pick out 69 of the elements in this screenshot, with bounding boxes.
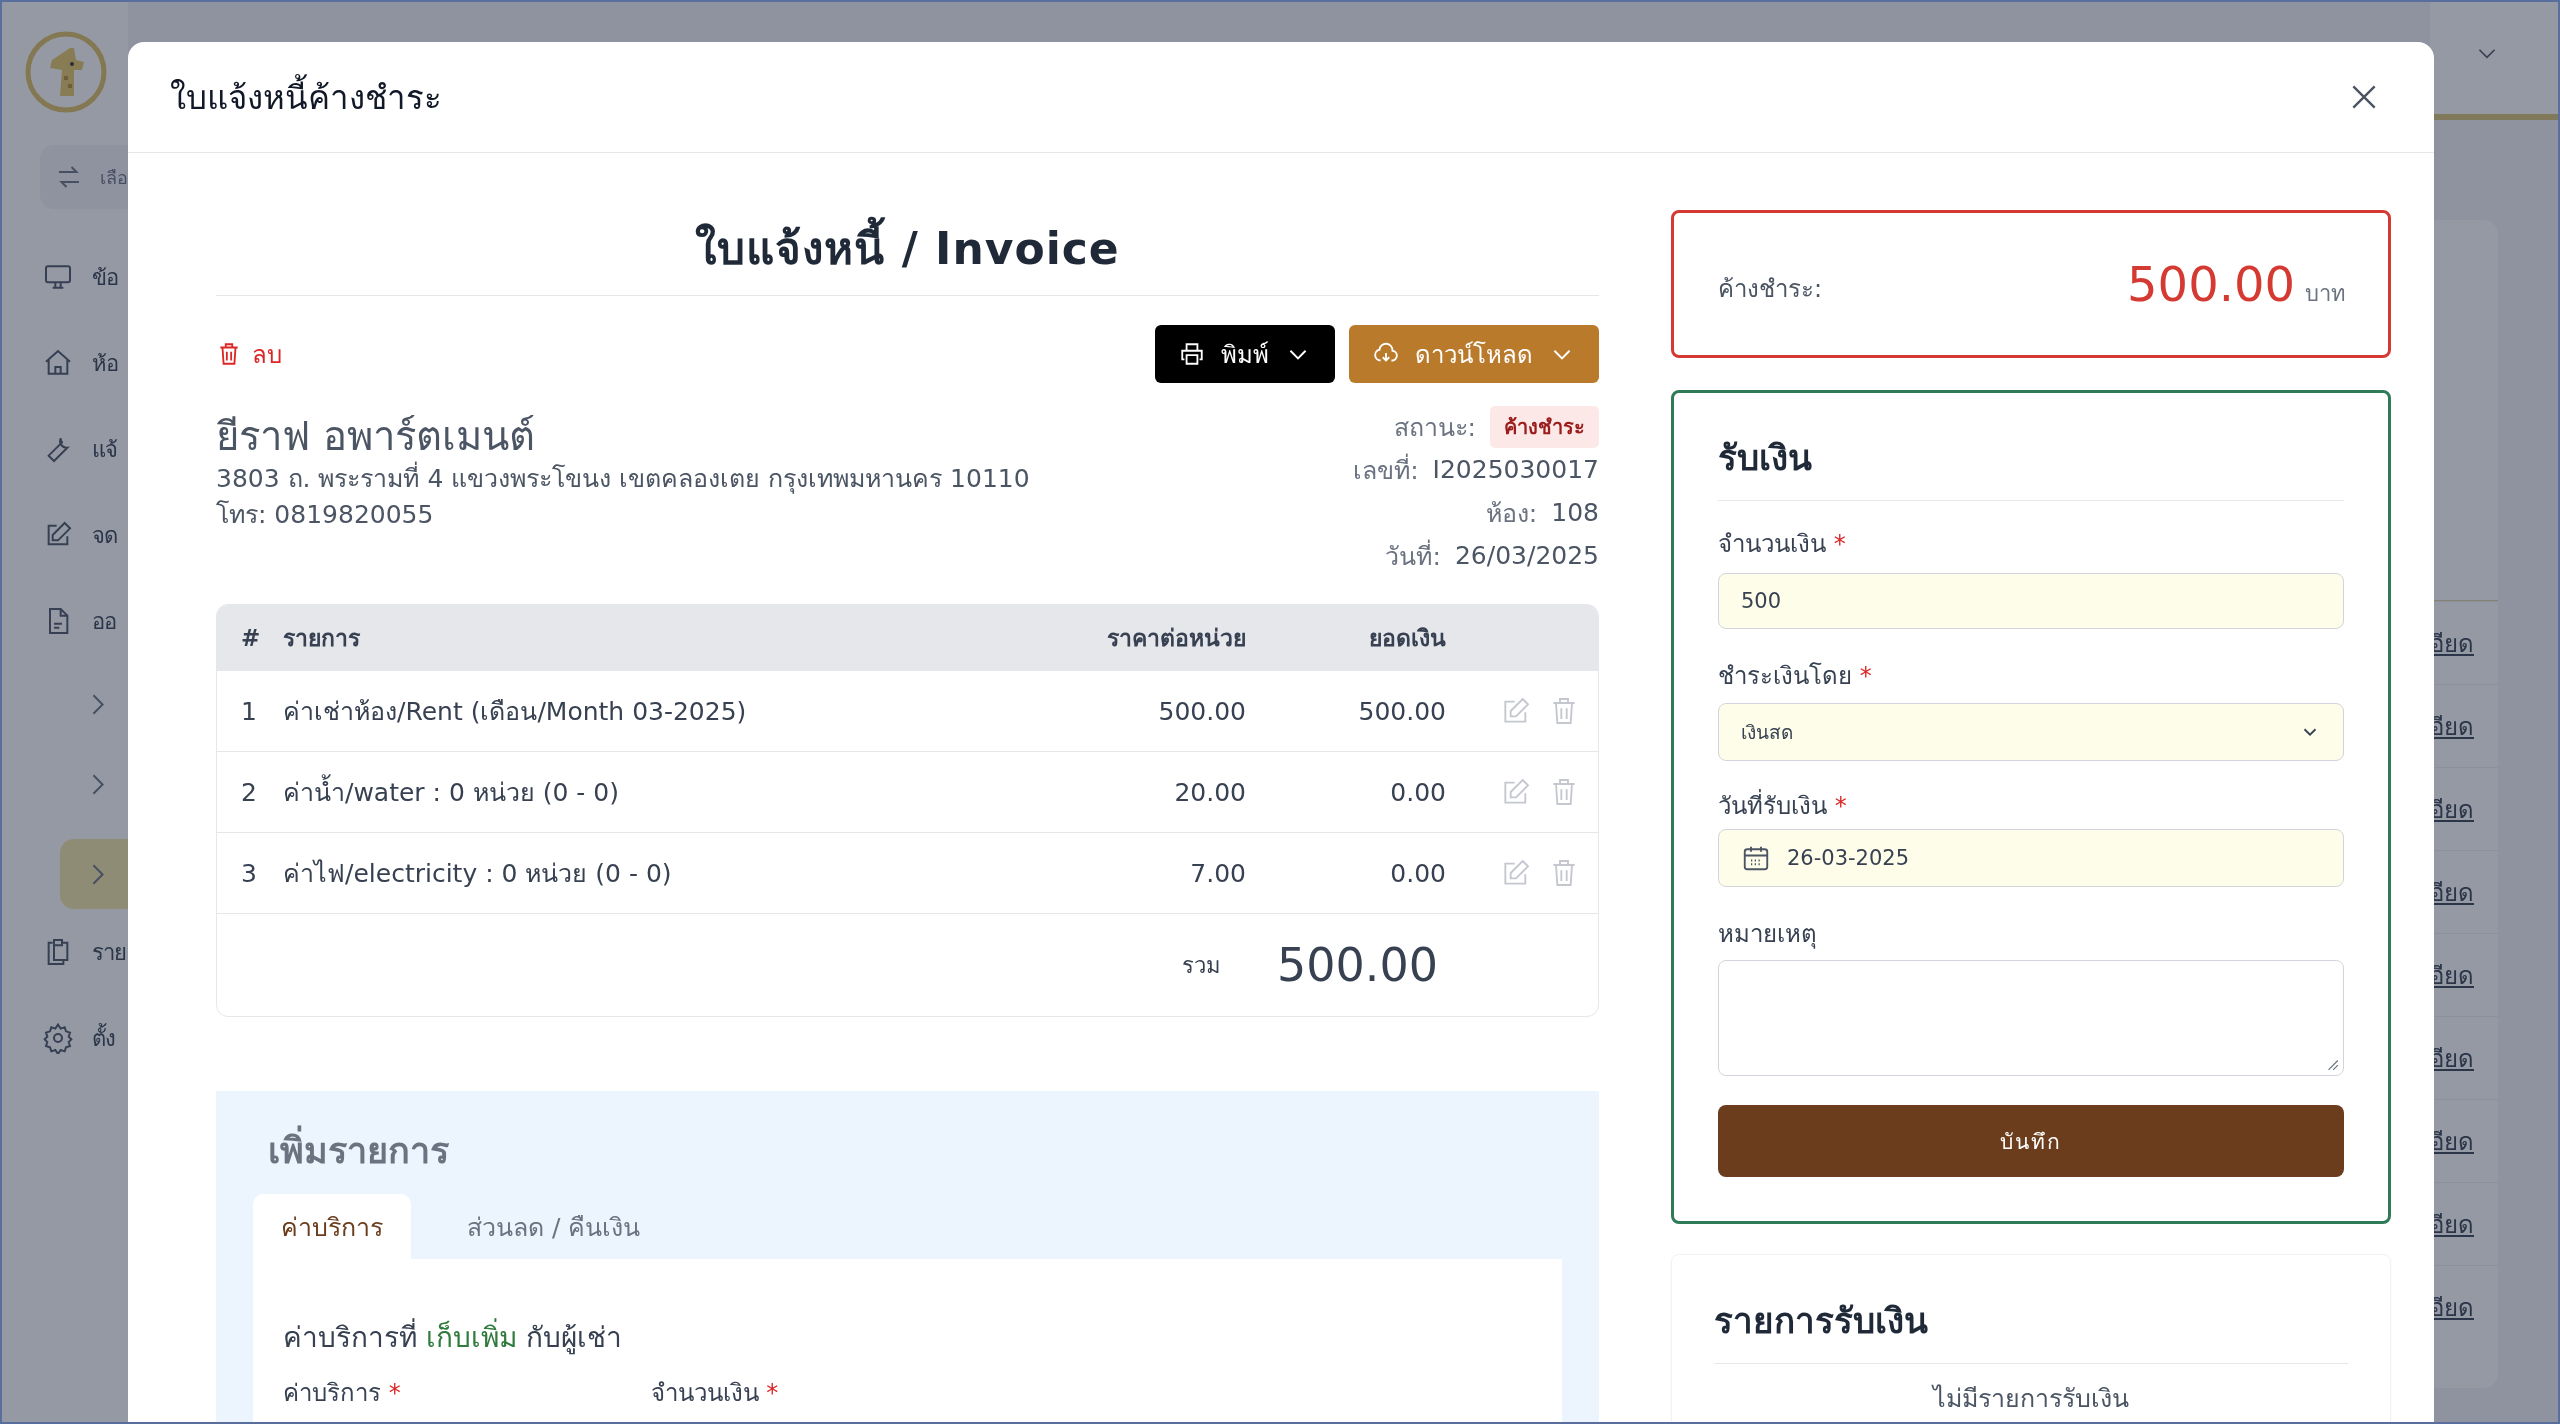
company-address: 3803 ถ. พระรามที่ 4 แขวงพระโขนง เขตคลองเตย กรุงเทพมหานคร 10110 [216,461,1030,497]
dialog-title: ใบแจ้งหนี้ค้างชำระ [170,70,442,124]
meta-value: 26/03/2025 [1454,541,1599,570]
table-cell-text: 20.00 [1173,777,1246,807]
tab[interactable]: ส่วนลด / คืนเงิน [439,1194,669,1259]
field-label: ชำระเงินโดย * [1718,661,1873,692]
nav-item[interactable]: ห้อ [2,320,128,406]
meta-label: เลขที่: [1353,452,1419,487]
printer-icon [1179,341,1205,367]
column-header: ยอดเงิน [1368,623,1446,653]
nav-item[interactable]: ราย [2,909,128,995]
field-label: จำนวนเงิน * [650,1378,779,1409]
status-badge: ค้างชำระ [1490,405,1599,448]
download-button[interactable]: ดาวน์โหลด [1349,325,1599,383]
outstanding-amount: 500.00 [2127,256,2295,312]
card-title: รับเงิน [1718,434,2344,501]
meta-value: I2025030017 [1432,455,1599,484]
description-text: ค่าบริการที่ เก็บเพิ่ม กับผู้เช่า [283,1318,1532,1358]
table-cell-text: 7.00 [1189,858,1246,888]
table-cell-text: 0.00 [1389,777,1446,807]
date-field[interactable]: 26-03-2025 [1718,829,2344,887]
company-name: ยีราฟ อพาร์ตเมนต์ [216,412,536,461]
nav-item[interactable]: จด [2,492,128,578]
table-cell-text: 3 [240,858,258,888]
save-button[interactable]: บันทึก [1718,1105,2344,1177]
table-cell-text: 0.00 [1389,858,1446,888]
nav-item[interactable]: ออ [2,578,128,664]
meta-label: ห้อง: [1485,497,1538,530]
column-header: # [240,624,262,651]
branch-switcher[interactable]: เลือ [40,145,128,209]
table-cell-text: 500.00 [1157,696,1246,726]
currency-unit: บาท [2305,280,2346,308]
delete-button[interactable]: ลบ [216,334,282,374]
company-phone: โทร: 0819820055 [216,499,435,531]
section-title: เพิ่มรายการ [253,1127,1562,1175]
card-title: รายการรับเงิน [1714,1297,2348,1364]
column-header: รายการ [283,623,361,653]
chevron-right-icon [92,693,104,715]
meta-value: 108 [1551,498,1599,527]
chevron-right-icon [92,773,104,795]
table-cell-text: 2 [240,777,258,807]
resize-handle-icon[interactable] [2325,1057,2339,1071]
field-label: จำนวนเงิน * [1718,529,1847,560]
print-button[interactable]: พิมพ์ [1155,325,1335,383]
nav-item[interactable]: ตั้ง [2,995,128,1081]
amount-field[interactable]: 500 [1718,573,2344,629]
field-label: ค่าบริการ * [283,1378,401,1409]
table-cell-text: ค่าเช่าห้อง/Rent (เดือน/Month 03-2025) [283,696,748,728]
note-field[interactable] [1718,960,2344,1076]
tab[interactable]: ค่าบริการ [253,1194,411,1259]
empty-message: ไม่มีรายการรับเงิน [1930,1383,2130,1415]
meta-label: วันที่: [1385,538,1441,573]
outstanding-label: ค้างชำระ: [1718,273,1823,305]
column-header: ราคาต่อหน่วย [1106,623,1246,653]
nav-item[interactable] [60,839,128,909]
nav-item[interactable]: แจ้ [2,406,128,492]
table-cell: ค่าน้ำ/water : 0 หน่วย (0 - 0) [283,772,926,812]
total-label: รวม [1182,951,1222,980]
table-cell-text: ค่าไฟ/electricity : 0 หน่วย (0 - 0) [283,858,673,890]
payment-method-select[interactable]: เงินสด [1718,703,2344,761]
settings-icon [42,1022,74,1054]
table-cell-text: 1 [240,696,258,726]
total-amount: 500.00 [1277,938,1438,992]
table-cell-text: 500.00 [1357,696,1446,726]
nav-item[interactable]: ข้อ [2,234,128,320]
chevron-right-icon [92,863,104,885]
field-label: หมายเหตุ [1718,919,1818,951]
meta-label: สถานะ: [1393,411,1476,444]
field-label: วันที่รับเงิน * [1718,789,2344,823]
